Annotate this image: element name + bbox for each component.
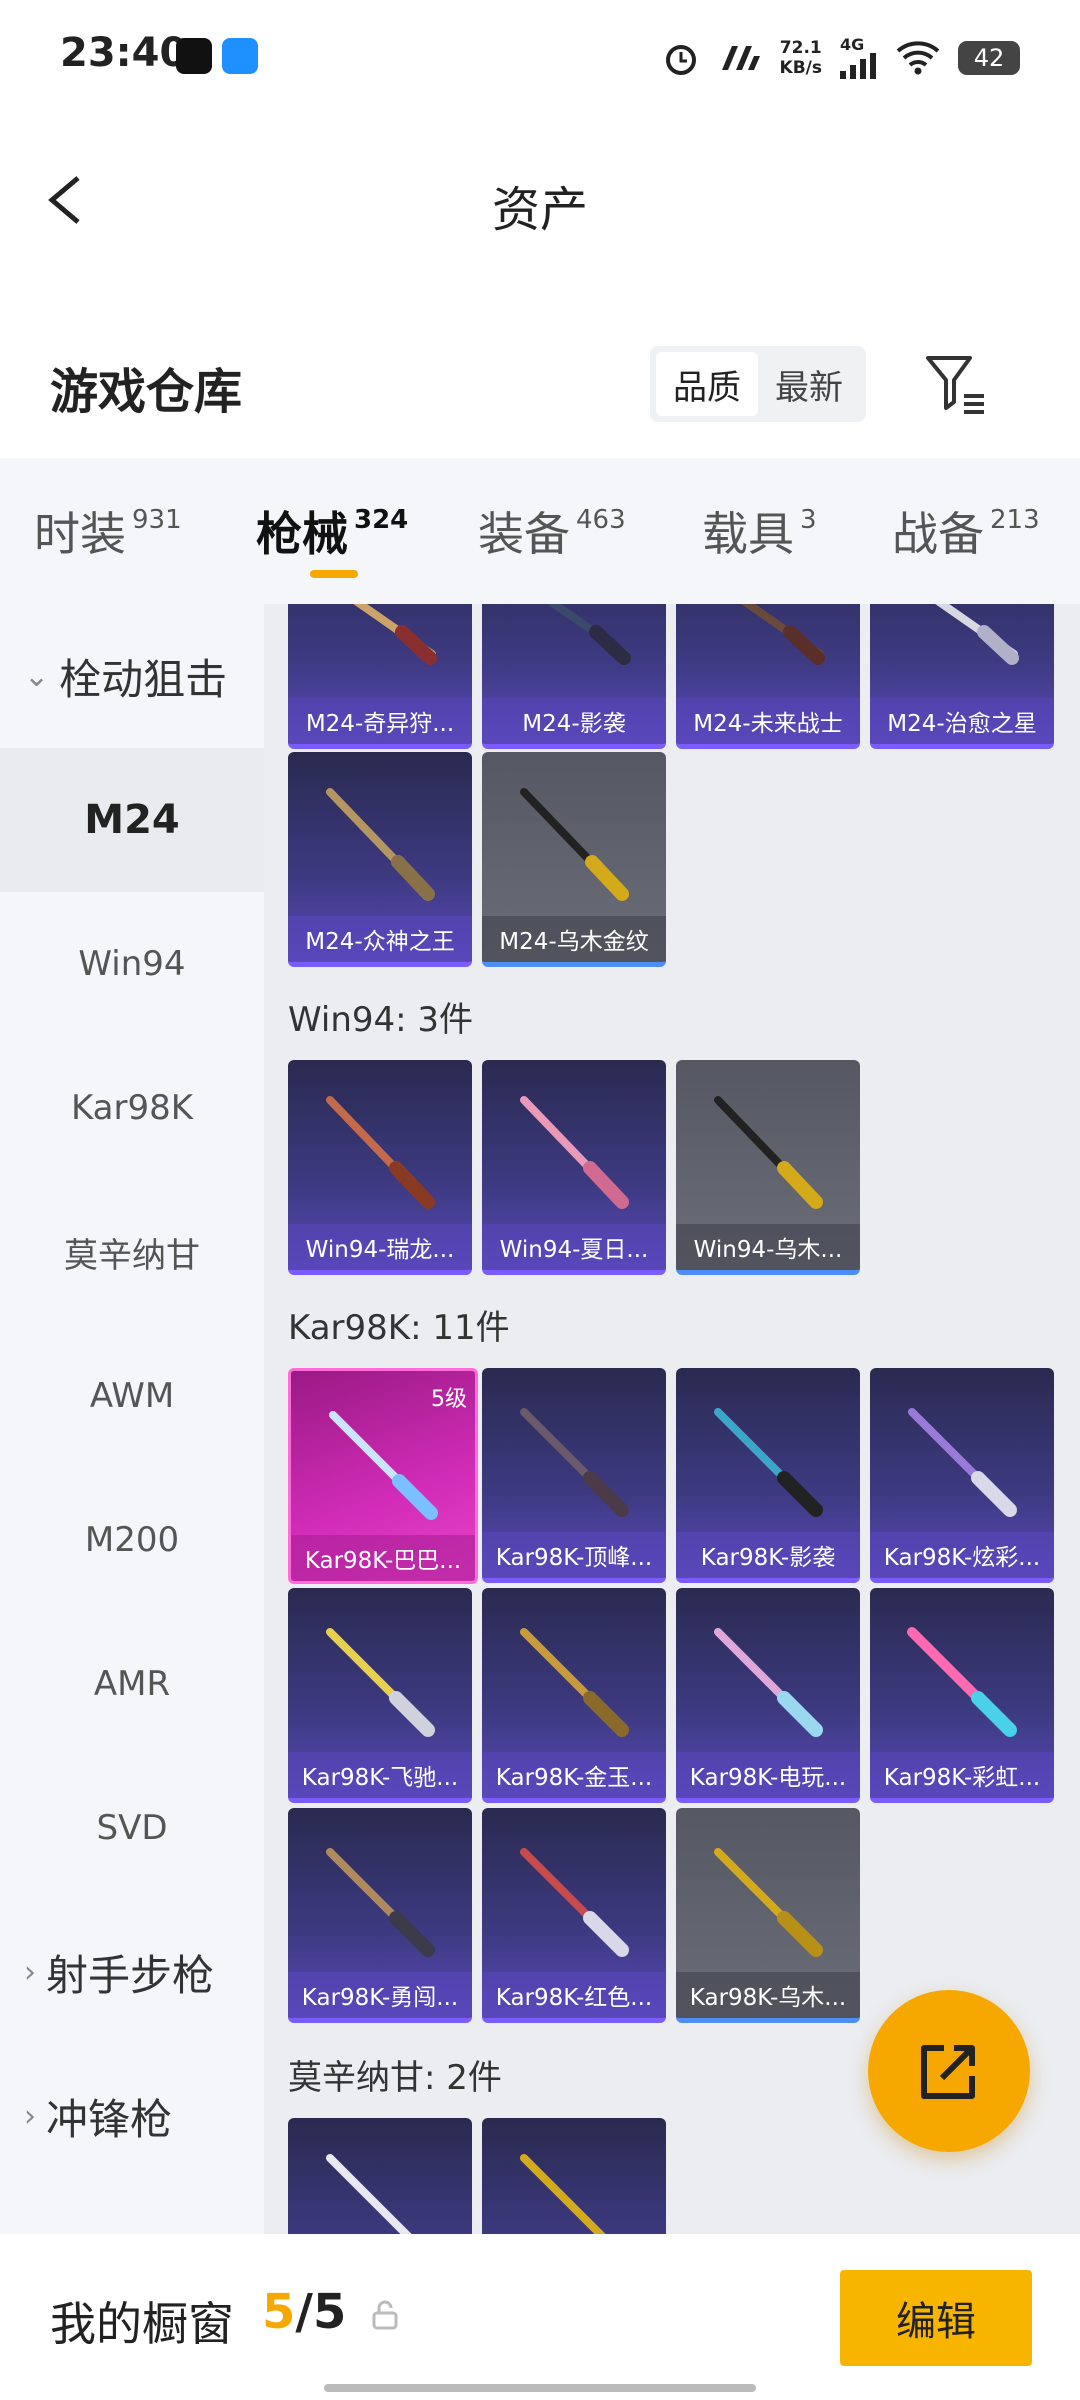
rifle-image — [907, 1627, 1017, 1737]
skin-card[interactable]: M24-治愈之星 — [870, 604, 1054, 749]
rifle-image — [326, 1096, 435, 1209]
skin-card[interactable]: Kar98K-乌木... — [676, 1808, 860, 2023]
tab-fashion[interactable]: 时装 931 — [34, 498, 182, 564]
rifle-image — [714, 1848, 823, 1957]
skin-level-badge: 5级 — [431, 1387, 467, 1412]
rifle-image — [935, 604, 1019, 665]
skin-card[interactable]: Kar98K-顶峰... — [482, 1368, 666, 1583]
message-app-icon — [222, 38, 258, 74]
skin-card[interactable]: Kar98K-影袭 — [676, 1368, 860, 1583]
rifle-image — [714, 1096, 823, 1209]
rifle-image — [326, 1848, 435, 1957]
skin-card[interactable]: M24-奇异狩... — [288, 604, 472, 749]
filter-icon[interactable] — [922, 352, 988, 418]
rifle-image — [326, 2154, 412, 2234]
tab-vehicles[interactable]: 载具 3 — [702, 498, 817, 564]
sidebar-category-bolt-action[interactable]: ⌄ 栓动狙击 — [0, 604, 264, 748]
status-bar: 23:40 72.1 KB/s 4G 42 — [0, 0, 1080, 118]
skin-card[interactable]: Kar98K-炫彩... — [870, 1368, 1054, 1583]
share-button[interactable] — [868, 1990, 1030, 2152]
lock-icon — [372, 2300, 398, 2330]
group-title-mosin: 莫辛纳甘: 2件 — [288, 2058, 502, 2098]
group-title-kar98k: Kar98K: 11件 — [288, 1308, 510, 1348]
rifle-image — [520, 2154, 606, 2234]
skin-card[interactable]: Kar98K-飞驰... — [288, 1588, 472, 1803]
sidebar-category-smg[interactable]: › 冲锋枪 — [0, 2044, 264, 2188]
sort-newest-button[interactable]: 最新 — [758, 352, 860, 416]
home-indicator[interactable] — [324, 2384, 756, 2392]
tab-equipment[interactable]: 装备 463 — [478, 498, 626, 564]
network-brand-icon — [721, 46, 760, 70]
skin-card[interactable]: Win94-乌木... — [676, 1060, 860, 1275]
tab-supplies[interactable]: 战备 213 — [892, 498, 1040, 564]
sidebar-item-awm[interactable]: AWM — [0, 1324, 264, 1468]
chevron-down-icon: ⌄ — [24, 658, 50, 694]
skin-card[interactable]: Win94-夏日... — [482, 1060, 666, 1275]
sidebar-item-m200[interactable]: M200 — [0, 1468, 264, 1612]
tab-firearms[interactable]: 枪械 324 — [256, 498, 408, 564]
sidebar-item-win94[interactable]: Win94 — [0, 892, 264, 1036]
alarm-icon — [665, 45, 696, 75]
category-tabs: 时装 931 枪械 324 装备 463 载具 3 战备 213 — [0, 458, 1080, 604]
active-tab-indicator — [310, 570, 358, 578]
skin-card[interactable] — [288, 2118, 472, 2234]
skin-card[interactable]: Win94-瑞龙... — [288, 1060, 472, 1275]
rifle-image — [908, 1408, 1017, 1517]
rifle-image — [329, 1411, 438, 1520]
group-title-win94: Win94: 3件 — [288, 1000, 474, 1040]
rifle-image — [326, 1628, 435, 1737]
rifle-image — [520, 788, 629, 901]
rifle-image — [353, 604, 437, 665]
rifle-image — [520, 1096, 629, 1209]
warehouse-title: 游戏仓库 — [50, 364, 243, 420]
weapon-sidebar: ⌄ 栓动狙击 M24 Win94 Kar98K 莫辛纳甘 AWM M200 AMR… — [0, 604, 264, 2234]
sidebar-item-amr[interactable]: AMR — [0, 1612, 264, 1756]
rifle-image — [547, 604, 631, 665]
rifle-image — [741, 604, 825, 665]
sidebar-item-mosin[interactable]: 莫辛纳甘 — [0, 1180, 264, 1324]
chevron-right-icon: › — [24, 1954, 36, 1990]
skin-card[interactable]: M24-乌木金纹 — [482, 752, 666, 967]
skin-card[interactable] — [482, 2118, 666, 2234]
showcase-title: 我的橱窗 — [50, 2297, 234, 2351]
skin-card[interactable]: 5级 Kar98K-巴巴... — [288, 1368, 478, 1584]
qq-app-icon — [176, 38, 212, 74]
signal-icon: 4G — [840, 37, 878, 79]
rifle-image — [326, 788, 435, 901]
skin-card[interactable]: Kar98K-勇闯... — [288, 1808, 472, 2023]
sidebar-item-svd[interactable]: SVD — [0, 1756, 264, 1900]
showcase-bar: 我的橱窗 5/5 编辑 — [0, 2234, 1080, 2400]
rifle-image — [520, 1628, 629, 1737]
status-time: 23:40 — [60, 30, 188, 76]
skin-card[interactable]: Kar98K-彩虹... — [870, 1588, 1054, 1803]
edit-button[interactable]: 编辑 — [840, 2270, 1032, 2366]
sidebar-category-marksman[interactable]: › 射手步枪 — [0, 1900, 264, 2044]
chevron-right-icon: › — [24, 2098, 36, 2134]
share-icon — [921, 2045, 975, 2099]
page-title: 资产 — [491, 182, 588, 238]
status-indicators: 72.1 KB/s 4G 42 — [662, 30, 1020, 86]
sort-quality-button[interactable]: 品质 — [656, 352, 758, 416]
skin-card[interactable]: Kar98K-金玉... — [482, 1588, 666, 1803]
rifle-image — [520, 1408, 629, 1517]
wifi-icon — [896, 41, 940, 75]
battery-indicator: 42 — [958, 41, 1020, 75]
skin-card[interactable]: M24-众神之王 — [288, 752, 472, 967]
skin-card[interactable]: M24-影袭 — [482, 604, 666, 749]
page-header: 资产 — [0, 118, 1080, 278]
rifle-image — [714, 1628, 823, 1737]
sidebar-item-kar98k[interactable]: Kar98K — [0, 1036, 264, 1180]
sort-toggle: 品质 最新 — [650, 346, 866, 422]
network-speed: 72.1 KB/s — [779, 38, 822, 78]
sidebar-item-m24[interactable]: M24 — [0, 748, 264, 892]
skin-card[interactable]: M24-未来战士 — [676, 604, 860, 749]
showcase-count: 5/5 — [262, 2284, 347, 2340]
rifle-image — [714, 1408, 823, 1517]
rifle-image — [520, 1848, 629, 1957]
skin-card[interactable]: Kar98K-红色... — [482, 1808, 666, 2023]
skin-card[interactable]: Kar98K-电玩... — [676, 1588, 860, 1803]
